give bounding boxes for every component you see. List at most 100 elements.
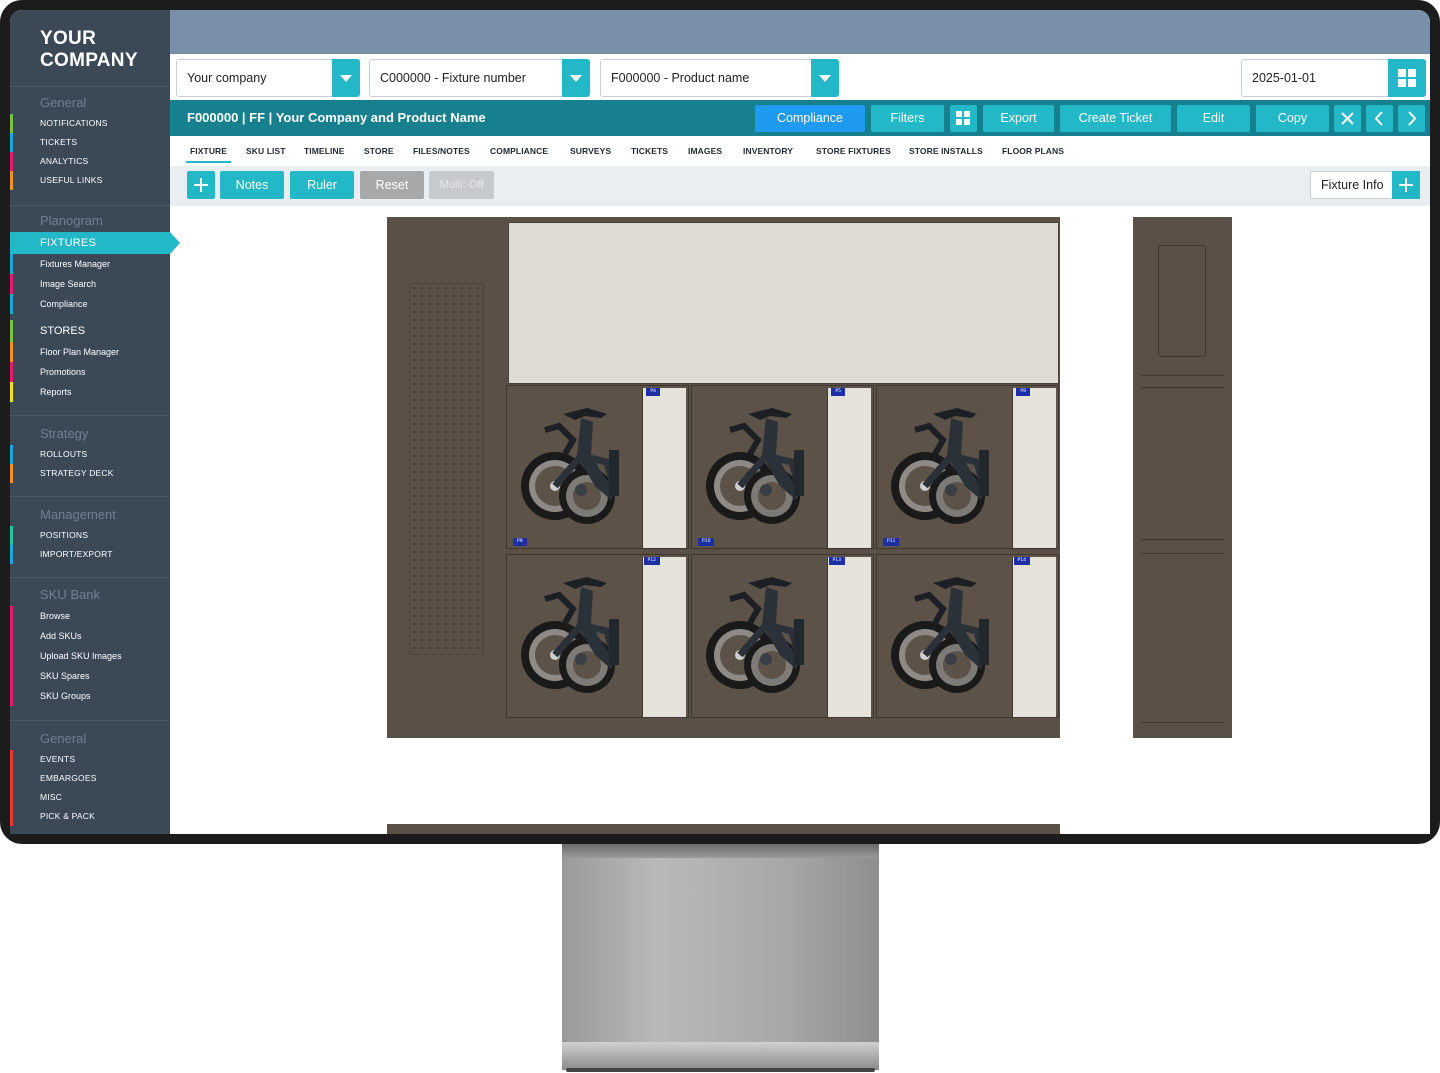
sidebar-item-import-export[interactable]: IMPORT/EXPORT: [10, 545, 170, 564]
position-tag[interactable]: P4: [646, 388, 660, 396]
tab-tickets[interactable]: TICKETS: [631, 136, 668, 166]
position-tag[interactable]: P5: [831, 388, 845, 396]
add-fixture-info-button[interactable]: [1392, 171, 1420, 199]
sidebar-item-embargoes[interactable]: EMBARGOES: [10, 769, 170, 788]
fixture-side-view[interactable]: [1133, 217, 1232, 738]
bike-product-image[interactable]: [515, 565, 639, 705]
fixture-select[interactable]: C000000 - Fixture number: [369, 59, 590, 97]
sidebar-item-upload-sku-images[interactable]: Upload SKU Images: [10, 646, 170, 666]
multi-toggle[interactable]: Multi: Off: [429, 171, 494, 199]
copy-button[interactable]: Copy: [1256, 105, 1329, 132]
bay-top-2[interactable]: P5 P10: [691, 385, 874, 549]
fixture-next-view[interactable]: [387, 824, 1060, 834]
bay-top-1[interactable]: P4 P9: [506, 385, 689, 549]
sidebar-item-events[interactable]: EVENTS: [10, 750, 170, 769]
tab-store-fixtures[interactable]: STORE FIXTURES: [816, 136, 891, 166]
sidebar-item-sku-groups[interactable]: SKU Groups: [10, 686, 170, 706]
sidebar-item-label: Compliance: [40, 299, 88, 309]
position-tag[interactable]: P9: [513, 538, 527, 546]
bike-product-image[interactable]: [700, 396, 824, 536]
sidebar-item-misc[interactable]: MISC: [10, 788, 170, 807]
sidebar-item-promotions[interactable]: Promotions: [10, 362, 170, 382]
chevron-down-icon[interactable]: [562, 59, 590, 97]
sidebar-item-fixtures[interactable]: FIXTURES: [10, 232, 180, 254]
sidebar-item-image-search[interactable]: Image Search: [10, 274, 170, 294]
divider: [1141, 539, 1224, 540]
filters-button[interactable]: Filters: [871, 105, 944, 132]
bike-product-image[interactable]: [515, 396, 639, 536]
divider: [1141, 722, 1224, 723]
sidebar-item-browse[interactable]: Browse: [10, 606, 170, 626]
position-tag[interactable]: P14: [1013, 557, 1030, 565]
sidebar-item-reports[interactable]: Reports: [10, 382, 170, 402]
sidebar-item-stores[interactable]: STORES: [10, 320, 170, 342]
next-button[interactable]: [1398, 105, 1425, 132]
shelf-panel: [642, 557, 686, 717]
company-select[interactable]: Your company: [176, 59, 360, 97]
bike-product-image[interactable]: [700, 565, 824, 705]
previous-button[interactable]: [1366, 105, 1393, 132]
create-ticket-button[interactable]: Create Ticket: [1060, 105, 1171, 132]
bay-bottom-2[interactable]: P13: [691, 554, 874, 718]
reset-button[interactable]: Reset: [360, 171, 424, 199]
sidebar-item-strategy-deck[interactable]: STRATEGY DECK: [10, 464, 170, 483]
notes-button[interactable]: Notes: [220, 171, 284, 199]
chevron-down-icon[interactable]: [811, 59, 839, 97]
header-panel[interactable]: [508, 222, 1059, 384]
product-select[interactable]: F000000 - Product name: [600, 59, 839, 97]
position-tag[interactable]: P12: [643, 557, 660, 565]
sidebar-item-notifications[interactable]: NOTIFICATIONS: [10, 114, 170, 133]
tab-fixture[interactable]: FIXTURE: [185, 136, 232, 166]
chevron-right-icon: [1408, 111, 1417, 126]
sidebar-item-useful-links[interactable]: USEFUL LINKS: [10, 171, 170, 190]
layout-grid-button[interactable]: [950, 105, 977, 132]
sidebar-item-fixtures-manager[interactable]: Fixtures Manager: [10, 254, 170, 274]
side-slot: [1158, 245, 1206, 357]
tab-images[interactable]: IMAGES: [688, 136, 722, 166]
bay-bottom-3[interactable]: P14: [876, 554, 1059, 718]
position-tag[interactable]: P10: [698, 538, 715, 546]
fixture-front-view[interactable]: P4 P9 P5 P10 P8 P11 P12 P13 P14: [387, 217, 1060, 738]
company-logo[interactable]: YOUR COMPANY: [40, 28, 138, 72]
tab-inventory[interactable]: INVENTORY: [743, 136, 793, 166]
edit-button[interactable]: Edit: [1177, 105, 1250, 132]
sidebar-item-analytics[interactable]: ANALYTICS: [10, 152, 170, 171]
tab-floor-plans[interactable]: FLOOR PLANS: [1002, 136, 1064, 166]
top-bar: [170, 10, 1430, 54]
export-button[interactable]: Export: [983, 105, 1054, 132]
bike-product-image[interactable]: [885, 396, 1009, 536]
bay-top-3[interactable]: P8 P11: [876, 385, 1059, 549]
sidebar-item-tickets[interactable]: TICKETS: [10, 133, 170, 152]
bike-product-image[interactable]: [885, 565, 1009, 705]
tab-timeline[interactable]: TIMELINE: [304, 136, 344, 166]
date-field[interactable]: 2025-01-01: [1241, 59, 1426, 97]
position-tag[interactable]: P11: [883, 538, 900, 546]
chevron-down-icon[interactable]: [332, 59, 360, 97]
nav-heading: General: [40, 731, 87, 746]
sidebar-item-compliance[interactable]: Compliance: [10, 294, 170, 314]
compliance-button[interactable]: Compliance: [755, 105, 865, 132]
tab-surveys[interactable]: SURVEYS: [570, 136, 611, 166]
sidebar-item-label: STRATEGY DECK: [40, 468, 114, 478]
sidebar-item-add-skus[interactable]: Add SKUs: [10, 626, 170, 646]
sidebar-item-sku-spares[interactable]: SKU Spares: [10, 666, 170, 686]
tab-files-notes[interactable]: FILES/NOTES: [413, 136, 470, 166]
tab-store[interactable]: STORE: [364, 136, 394, 166]
position-tag[interactable]: P8: [1016, 388, 1030, 396]
add-button[interactable]: [187, 171, 215, 199]
tab-compliance[interactable]: COMPLIANCE: [490, 136, 548, 166]
sidebar-item-floor-plan-manager[interactable]: Floor Plan Manager: [10, 342, 170, 362]
sidebar-item-label: MISC: [40, 792, 63, 802]
calendar-grid-button[interactable]: [1388, 59, 1426, 97]
fixture-info-button[interactable]: Fixture Info: [1310, 171, 1420, 199]
tab-store-installs[interactable]: STORE INSTALLS: [909, 136, 983, 166]
bay-bottom-1[interactable]: P12: [506, 554, 689, 718]
ruler-button[interactable]: Ruler: [290, 171, 354, 199]
sidebar-item-rollouts[interactable]: ROLLOUTS: [10, 445, 170, 464]
close-button[interactable]: [1334, 105, 1361, 132]
tab-sku-list[interactable]: SKU LIST: [246, 136, 286, 166]
planogram-canvas[interactable]: P4 P9 P5 P10 P8 P11 P12 P13 P14: [186, 206, 1426, 834]
position-tag[interactable]: P13: [828, 557, 845, 565]
sidebar-item-pick-and-pack[interactable]: PICK & PACK: [10, 807, 170, 826]
sidebar-item-positions[interactable]: POSITIONS: [10, 526, 170, 545]
